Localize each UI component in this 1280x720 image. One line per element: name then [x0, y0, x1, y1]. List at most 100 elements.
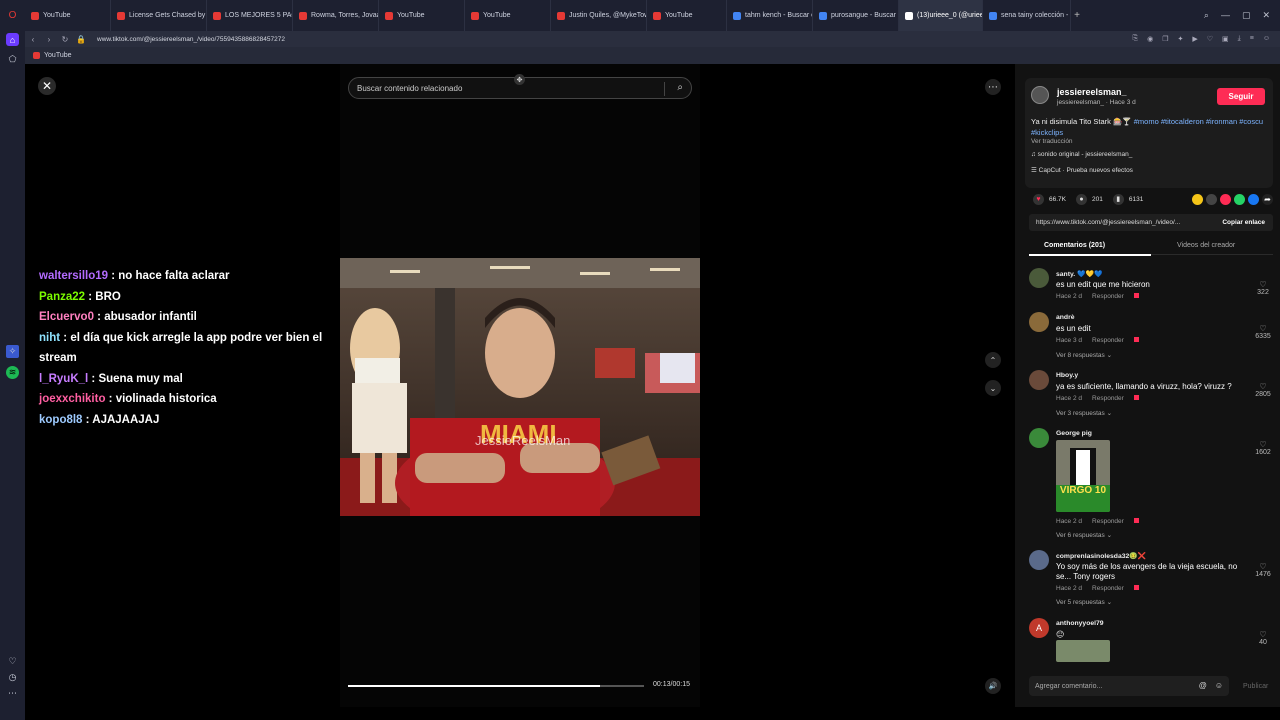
chat-username[interactable]: joexxchikito	[39, 393, 105, 405]
repost-icon[interactable]	[1220, 193, 1231, 205]
comment-like[interactable]: ♡ 40	[1253, 630, 1273, 646]
new-tab-icon[interactable]: +	[1071, 10, 1083, 21]
chat-username[interactable]: Panza22	[39, 291, 85, 303]
search-icon[interactable]: ⌕	[677, 82, 683, 93]
browser-tab[interactable]: License Gets Chased by S...	[111, 0, 207, 31]
browser-tab[interactable]: YouTube	[465, 0, 551, 31]
like-stat[interactable]: ♥ 66.7K	[1033, 193, 1066, 205]
avatar[interactable]	[1029, 550, 1049, 570]
reload-icon[interactable]: ↻	[57, 35, 73, 44]
play-icon[interactable]: ▶	[1192, 35, 1197, 43]
opera-logo-icon[interactable]: O	[0, 0, 25, 31]
video-player[interactable]: MIAMI JessieReelsMan	[340, 258, 700, 516]
copy-icon[interactable]: ❐	[1162, 35, 1168, 43]
emoji-icon[interactable]: ☺	[1215, 681, 1223, 690]
chat-username[interactable]: waltersillo19	[39, 270, 108, 282]
view-replies-link[interactable]: Ver 8 respuestas ⌄	[1056, 351, 1112, 359]
browser-tab[interactable]: LOS MEJORES 5 PACKS DE	[207, 0, 293, 31]
facebook-icon[interactable]	[1248, 193, 1259, 205]
capcut-link[interactable]: ☰ CapCut · Prueba nuevos efectos	[1031, 166, 1133, 174]
comment-username[interactable]: Hboy.y	[1056, 372, 1078, 379]
favorites-heart-icon[interactable]: ♡	[6, 655, 19, 668]
close-icon[interactable]: ✕	[38, 77, 56, 95]
reply-button[interactable]: Responder	[1092, 395, 1124, 402]
previous-video-icon[interactable]: ⌃	[985, 352, 1001, 368]
browser-tab[interactable]: YouTube	[379, 0, 465, 31]
avatar[interactable]	[1029, 268, 1049, 288]
embed-icon[interactable]	[1206, 193, 1217, 205]
comment-username[interactable]: comprenlasinolesda32🤢❌	[1056, 552, 1146, 560]
browser-tab[interactable]: purosangue - Buscar con	[813, 0, 899, 31]
tab-comments[interactable]: Comentarios (201)	[1044, 242, 1105, 249]
avatar[interactable]	[1029, 370, 1049, 390]
comment-image[interactable]: VIRGO 10	[1056, 440, 1110, 512]
comment-username[interactable]: George pig	[1056, 430, 1092, 437]
download-icon[interactable]: ⤓	[1238, 35, 1241, 43]
see-translation-link[interactable]: Ver traducción	[1031, 138, 1073, 145]
maximize-icon[interactable]: ▢	[1242, 10, 1251, 21]
browser-tab[interactable]: sena tainy colección - Bu	[983, 0, 1071, 31]
avatar[interactable]	[1029, 312, 1049, 332]
comment-like[interactable]: ♡ 322	[1253, 280, 1273, 296]
app-icon[interactable]: ✧	[6, 345, 19, 358]
camera-icon[interactable]: ◉	[1147, 35, 1153, 43]
comment-stat[interactable]: ● 201	[1076, 193, 1103, 205]
reply-button[interactable]: Responder	[1092, 293, 1124, 300]
reply-button[interactable]: Responder	[1092, 518, 1124, 525]
spotify-icon[interactable]: ≋	[6, 366, 19, 379]
comment-username[interactable]: santy. 💙💛💙	[1056, 270, 1102, 278]
chat-username[interactable]: l_RyuK_l	[39, 373, 88, 385]
address-bar[interactable]: www.tiktok.com/@jessiereelsman_/video/75…	[97, 36, 285, 43]
save-stat[interactable]: ▮ 6131	[1112, 193, 1143, 205]
minimize-icon[interactable]: —	[1221, 10, 1230, 21]
workspace-icon[interactable]: ⬠	[6, 53, 19, 66]
view-replies-link[interactable]: Ver 3 respuestas ⌄	[1056, 409, 1112, 417]
reply-button[interactable]: Responder	[1092, 337, 1124, 344]
view-replies-link[interactable]: Ver 5 respuestas ⌄	[1056, 598, 1112, 606]
comment-like[interactable]: ♡ 6335	[1253, 324, 1273, 340]
chat-username[interactable]: Elcuervo0	[39, 311, 94, 323]
browser-tab[interactable]: (13)urieee_0 (@uriee	[899, 0, 983, 31]
comment-like[interactable]: ♡ 1602	[1253, 440, 1273, 456]
avatar[interactable]	[1029, 428, 1049, 448]
back-icon[interactable]: ‹	[25, 35, 41, 44]
home-icon[interactable]: ⌂	[6, 33, 19, 46]
comment-image[interactable]	[1056, 640, 1110, 662]
video-link-field[interactable]: https://www.tiktok.com/@jessiereelsman_/…	[1029, 214, 1273, 231]
browser-tab[interactable]: Rowma, Torres, Jovaan -	[293, 0, 379, 31]
wallet-icon[interactable]: ▣	[1222, 35, 1229, 43]
comment-like[interactable]: ♡ 1476	[1253, 562, 1273, 578]
bookmark-heart-icon[interactable]: ♡	[1207, 35, 1213, 43]
history-icon[interactable]: ◷	[6, 671, 19, 684]
comment-like[interactable]: ♡ 2805	[1253, 382, 1273, 398]
sound-link[interactable]: ♫ sonido original - jessiereelsman_	[1031, 151, 1132, 158]
extension-icon[interactable]: ✦	[1177, 35, 1183, 43]
publish-button[interactable]: Publicar	[1243, 683, 1268, 690]
more-icon[interactable]: ⋯	[6, 687, 19, 700]
browser-tab[interactable]: YouTube	[647, 0, 727, 31]
search-tabs-icon[interactable]: ⌕	[1204, 10, 1209, 21]
avatar[interactable]: A	[1029, 618, 1049, 638]
reply-button[interactable]: Responder	[1092, 585, 1124, 592]
tab-creator-videos[interactable]: Videos del creador	[1177, 242, 1235, 249]
volume-icon[interactable]: 🔊	[985, 678, 1001, 694]
more-options-icon[interactable]: ⋯	[985, 79, 1001, 95]
close-window-icon[interactable]: ✕	[1262, 10, 1270, 21]
chat-username[interactable]: kopo8l8	[39, 414, 82, 426]
copy-link-button[interactable]: Copiar enlace	[1222, 219, 1265, 226]
follow-button[interactable]: Seguir	[1217, 88, 1265, 105]
comment-username[interactable]: anthonyyoel79	[1056, 620, 1104, 627]
comment-input[interactable]: Agregar comentario... @ ☺	[1029, 676, 1229, 696]
browser-tab[interactable]: Justin Quiles, @MykeTow	[551, 0, 647, 31]
avatar[interactable]	[1031, 86, 1049, 104]
menu-icon[interactable]: ≡	[1250, 35, 1254, 43]
mention-icon[interactable]: @	[1199, 681, 1207, 690]
chat-username[interactable]: niht	[39, 332, 60, 344]
profile-icon[interactable]: ☺	[1263, 35, 1270, 43]
browser-tab[interactable]: YouTube	[25, 0, 111, 31]
share-arrow-icon[interactable]: ➦	[1262, 193, 1273, 205]
screenshot-icon[interactable]: ⎘	[1132, 35, 1138, 43]
view-replies-link[interactable]: Ver 6 respuestas ⌄	[1056, 531, 1112, 539]
bookmark-youtube[interactable]: YouTube	[44, 52, 72, 59]
next-video-icon[interactable]: ⌄	[985, 380, 1001, 396]
